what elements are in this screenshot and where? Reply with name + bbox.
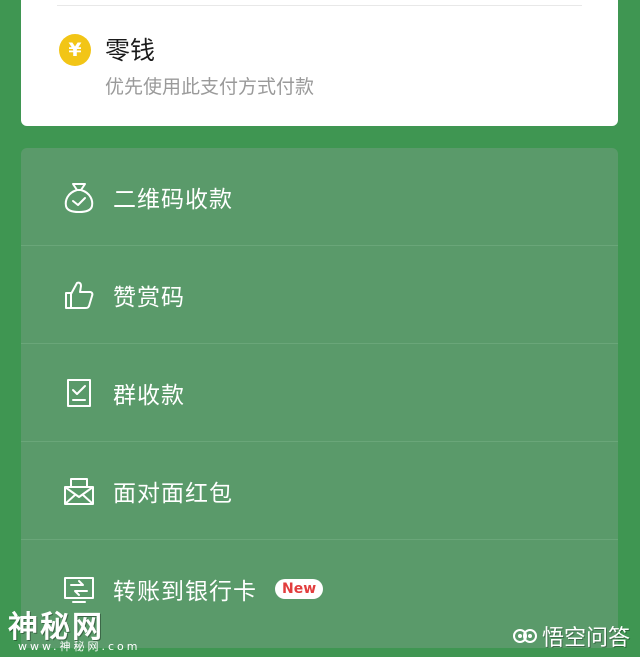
- watermark-text: 悟空问答: [541, 626, 630, 651]
- watermark-wukong: 悟空问答: [512, 620, 630, 652]
- yen-coin-icon: ¥: [59, 34, 91, 66]
- menu-item-group-collect[interactable]: 群收款: [21, 344, 618, 442]
- payment-subtitle: 优先使用此支付方式付款: [105, 76, 315, 98]
- divider: [57, 5, 582, 6]
- payment-method-card[interactable]: ¥ 零钱 优先使用此支付方式付款: [21, 0, 618, 126]
- red-packet-icon: [64, 478, 94, 505]
- menu-item-qr-collect[interactable]: 二维码收款: [21, 148, 618, 246]
- menu-item-label: 面对面红包: [113, 481, 233, 507]
- menu-item-red-packet[interactable]: 面对面红包: [21, 442, 618, 540]
- group-collect-icon: [67, 379, 91, 407]
- watermark-url: www.神秘网.com: [18, 640, 141, 653]
- payment-title: 零钱: [105, 36, 156, 65]
- payment-menu: 二维码收款 赞赏码 群收款 面对面红包 转账到银行卡 New: [21, 148, 618, 648]
- menu-item-label: 转账到银行卡: [113, 579, 257, 605]
- wukong-logo-icon: [512, 629, 537, 643]
- menu-item-label: 群收款: [113, 383, 185, 409]
- menu-item-appreciation-code[interactable]: 赞赏码: [21, 246, 618, 344]
- new-badge: New: [275, 579, 324, 599]
- money-bag-check-icon: [64, 183, 94, 213]
- menu-item-label: 二维码收款: [113, 187, 233, 213]
- thumbs-up-icon: [65, 281, 94, 309]
- menu-item-label: 赞赏码: [113, 285, 185, 311]
